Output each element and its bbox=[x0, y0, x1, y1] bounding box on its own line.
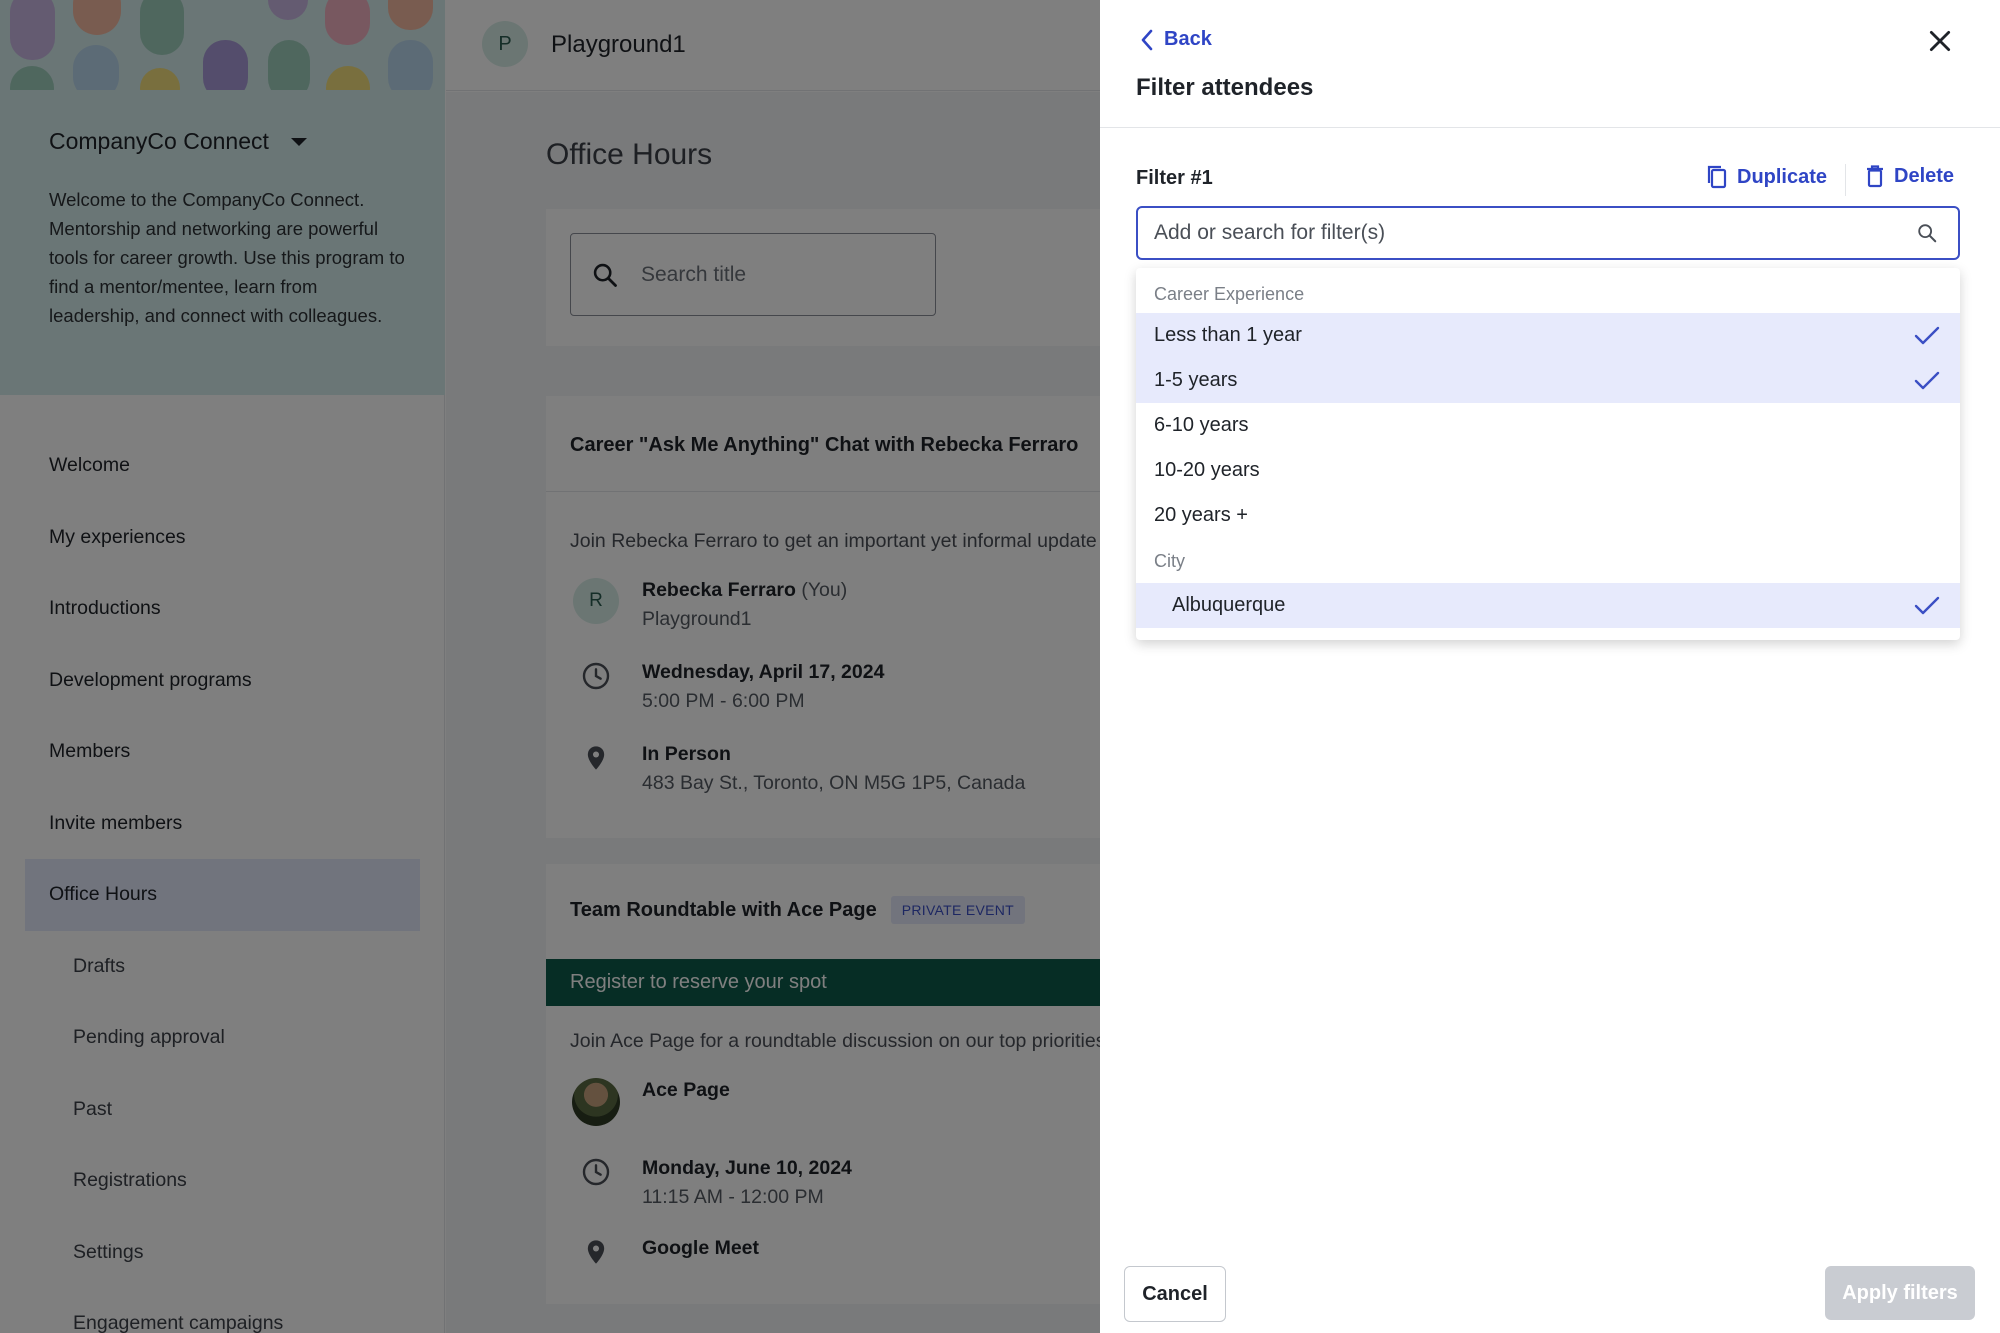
back-button[interactable]: Back bbox=[1140, 28, 1212, 51]
delete-button[interactable]: Delete bbox=[1865, 164, 1954, 188]
duplicate-label: Duplicate bbox=[1737, 165, 1828, 188]
check-icon bbox=[1914, 371, 1940, 389]
check-icon bbox=[1914, 326, 1940, 344]
duplicate-button[interactable]: Duplicate bbox=[1706, 164, 1827, 190]
apply-filters-button[interactable]: Apply filters bbox=[1825, 1266, 1975, 1320]
filter-dropdown: Career Experience Less than 1 year 1-5 y… bbox=[1136, 268, 1960, 640]
divider bbox=[1100, 127, 2000, 128]
group-heading-career-experience: Career Experience bbox=[1154, 284, 1305, 304]
filter-label: Filter #1 bbox=[1136, 167, 1213, 189]
option-albuquerque[interactable]: Albuquerque bbox=[1136, 583, 1960, 628]
chevron-left-icon bbox=[1141, 29, 1153, 50]
filter-panel: Back Filter attendees Filter #1 Duplicat… bbox=[1100, 0, 2000, 1333]
option-less-than-1-year[interactable]: Less than 1 year bbox=[1136, 313, 1960, 358]
option-1-5-years[interactable]: 1-5 years bbox=[1136, 358, 1960, 403]
filter-search-placeholder: Add or search for filter(s) bbox=[1154, 221, 1386, 244]
cancel-button[interactable]: Cancel bbox=[1124, 1266, 1226, 1322]
modal-backdrop[interactable] bbox=[0, 0, 1100, 1333]
filter-search-input[interactable]: Add or search for filter(s) bbox=[1136, 206, 1960, 260]
group-heading-city: City bbox=[1154, 551, 1185, 571]
search-icon bbox=[1918, 224, 1937, 243]
back-label: Back bbox=[1164, 28, 1212, 50]
close-icon[interactable] bbox=[1927, 28, 1953, 54]
trash-icon bbox=[1867, 165, 1883, 188]
panel-title: Filter attendees bbox=[1136, 74, 1314, 101]
option-20-years-plus[interactable]: 20 years + bbox=[1136, 493, 1960, 538]
check-icon bbox=[1914, 596, 1940, 614]
divider bbox=[1845, 164, 1846, 196]
option-10-20-years[interactable]: 10-20 years bbox=[1136, 448, 1960, 493]
delete-label: Delete bbox=[1894, 164, 1955, 187]
option-6-10-years[interactable]: 6-10 years bbox=[1136, 403, 1960, 448]
copy-icon bbox=[1707, 165, 1727, 189]
